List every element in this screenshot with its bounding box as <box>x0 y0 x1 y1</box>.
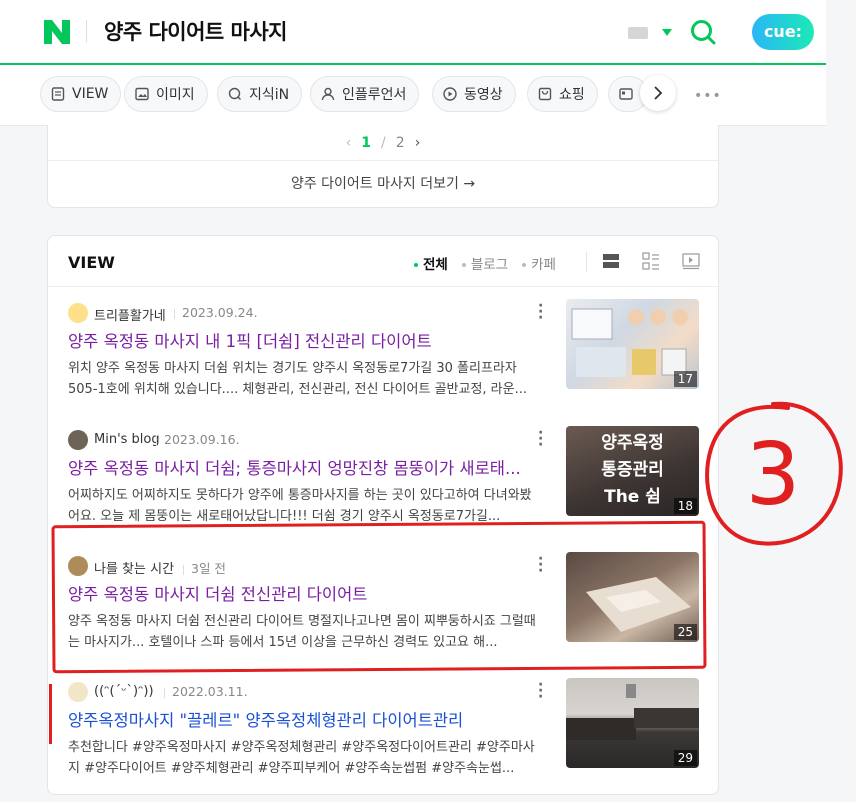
list-item: 트리플활가네 2023.09.24. · · · 양주 옥정동 마사지 내 1픽 [… <box>68 299 699 423</box>
tab-label: 지식iN <box>249 87 290 103</box>
filter-cafe[interactable]: 카페 <box>522 253 556 273</box>
tab-label: 쇼핑 <box>559 87 585 103</box>
tab-video[interactable]: 동영상 <box>432 76 516 112</box>
person-icon <box>321 87 335 101</box>
list-view-icon[interactable] <box>603 252 619 270</box>
filter-divider <box>586 252 587 272</box>
search-header: 양주 다이어트 마사지 cue: <box>0 0 826 64</box>
video-view-icon[interactable] <box>682 252 700 270</box>
result-title[interactable]: 양주 옥정동 마사지 더쉼; 통증마사지 엉망진창 몸뚱이가 새로태... <box>68 455 538 479</box>
filter-all[interactable]: 전체 <box>414 253 448 273</box>
tab-kin[interactable]: 지식iN <box>217 76 303 112</box>
chevron-right-icon <box>654 86 663 100</box>
more-options-icon[interactable]: · · · <box>538 678 544 704</box>
doc-icon <box>51 87 65 101</box>
tab-label: VIEW <box>72 86 109 102</box>
result-title[interactable]: 양주옥정마사지 "끌레르" 양주옥정체형관리 다이어트관리 <box>68 707 538 731</box>
post-date: 2023.09.16. <box>156 432 240 447</box>
result-thumbnail[interactable]: 양주옥정 통증관리 The 쉼 18 <box>566 426 699 516</box>
q-icon <box>228 87 241 100</box>
list-item: ((ᵔ(ˊᵕˋ)ᵔ)) 2022.03.11. · · · 양주옥정마사지 "끌레르… <box>68 678 699 802</box>
image-count-badge: 18 <box>673 498 697 514</box>
result-thumbnail[interactable]: 29 <box>566 678 699 768</box>
tab-view[interactable]: VIEW <box>40 76 122 112</box>
page-separator: / <box>381 135 386 151</box>
result-description: 위치 양주 옥정동 마사지 더쉼 위치는 경기도 양주시 옥정동로7가길 30 … <box>68 361 527 397</box>
view-section: VIEW 전체 블로그 카페 트리플활가네 2023.09.24. · · · 양주… <box>47 235 719 795</box>
keyboard-icon[interactable] <box>628 27 648 39</box>
current-page: 1 <box>361 135 372 151</box>
tab-influencer[interactable]: 인플루언서 <box>310 76 420 112</box>
result-title[interactable]: 양주 옥정동 마사지 내 1픽 [더쉼] 전신관리 다이어트 <box>68 328 538 352</box>
section-title: VIEW <box>68 253 115 272</box>
tab-label: 이미지 <box>156 87 195 103</box>
result-description: 추천합니다 #양주옥정마사지 #양주옥정체형관리 #양주옥정다이어트관리 #양주… <box>68 740 535 776</box>
play-icon <box>443 87 457 101</box>
tab-shopping[interactable]: 쇼핑 <box>527 76 598 112</box>
compact-view-icon[interactable] <box>642 252 660 272</box>
bag-icon <box>538 87 552 101</box>
result-description: 어찌하지도 어찌하지도 못하다가 양주에 통증마사지를 하는 곳이 있다고하여 … <box>68 488 532 524</box>
post-date: 2023.09.24. <box>174 305 258 320</box>
search-query-input[interactable]: 양주 다이어트 마사지 <box>104 16 288 46</box>
view-filters: 전체 블로그 카페 <box>414 253 556 273</box>
avatar[interactable] <box>68 303 88 323</box>
previous-section-card: ‹ 1 / 2 › 양주 다이어트 마사지 더보기 → <box>47 125 719 208</box>
tab-label: 동영상 <box>464 87 503 103</box>
avatar[interactable] <box>68 682 88 702</box>
circled-number-annotation: 3 <box>705 401 843 546</box>
image-count-badge: 29 <box>673 750 697 766</box>
news-icon <box>619 88 633 100</box>
cue-button[interactable]: cue: <box>752 14 814 50</box>
post-date: 2022.03.11. <box>164 684 248 699</box>
total-pages: 2 <box>395 135 405 151</box>
author-name[interactable]: Min's blog <box>94 432 160 447</box>
more-tabs-icon[interactable]: ••• <box>694 88 722 104</box>
result-thumbnail[interactable]: 17 <box>566 299 699 389</box>
more-options-icon[interactable]: · · · <box>538 299 544 325</box>
author-name[interactable]: 트리플활가네 <box>94 305 166 324</box>
highlight-mark-annotation <box>49 684 52 744</box>
tab-image[interactable]: 이미지 <box>124 76 208 112</box>
search-icon[interactable] <box>690 19 716 45</box>
section-divider <box>48 286 718 287</box>
filter-blog[interactable]: 블로그 <box>461 253 508 273</box>
next-page-icon[interactable]: › <box>415 135 421 151</box>
prev-page-icon[interactable]: ‹ <box>346 135 352 151</box>
more-results-link[interactable]: 양주 다이어트 마사지 더보기 → <box>48 173 718 193</box>
annotation-number: 3 <box>746 425 801 525</box>
card-divider <box>48 160 718 161</box>
image-count-badge: 17 <box>673 371 697 387</box>
naver-logo[interactable] <box>44 20 70 44</box>
tabs-next-button[interactable] <box>640 75 676 111</box>
highlight-box-annotation <box>51 520 707 674</box>
author-name[interactable]: ((ᵔ(ˊᵕˋ)ᵔ)) <box>94 684 154 699</box>
tab-label: 인플루언서 <box>342 87 407 103</box>
pagination: ‹ 1 / 2 › <box>48 125 718 161</box>
chevron-down-icon[interactable] <box>662 29 672 36</box>
header-divider <box>86 20 87 42</box>
image-icon <box>135 87 149 101</box>
more-options-icon[interactable]: · · · <box>538 426 544 452</box>
avatar[interactable] <box>68 430 88 450</box>
search-tabs: VIEW 이미지 지식iN 인플루언서 동영상 쇼핑 ••• <box>0 65 826 126</box>
